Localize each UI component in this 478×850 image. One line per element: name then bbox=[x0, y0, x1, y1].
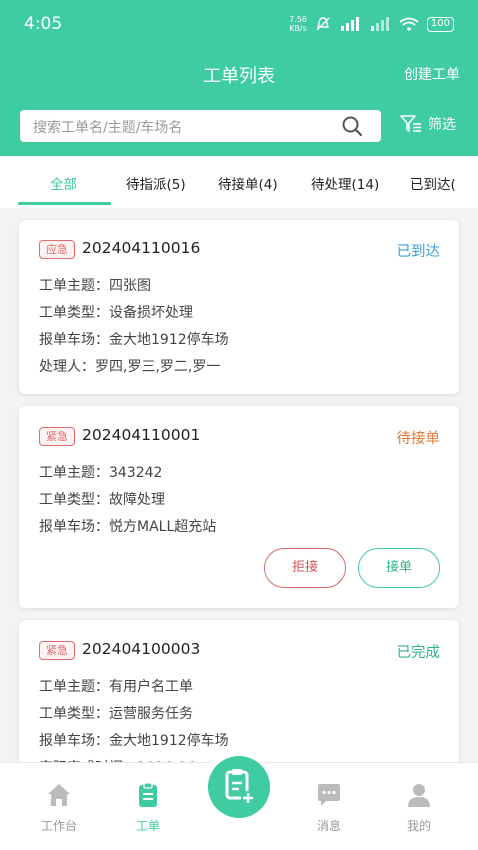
clipboard-icon bbox=[139, 782, 157, 807]
tab-pending-accept[interactable]: 待接单(4) bbox=[218, 173, 278, 193]
signal-2-icon bbox=[370, 17, 389, 31]
tab-pending-assign[interactable]: 待指派(5) bbox=[126, 173, 186, 193]
work-order-card[interactable]: 应急 202404110016 已到达 工单主题：四张图 工单类型：设备损坏处理… bbox=[19, 220, 459, 394]
message-icon bbox=[318, 784, 340, 806]
signal-icon bbox=[340, 17, 359, 31]
nav-label: 消息 bbox=[316, 819, 341, 833]
search-icon[interactable] bbox=[341, 115, 363, 137]
order-status: 已到达 bbox=[396, 244, 441, 260]
add-clipboard-icon bbox=[225, 769, 255, 805]
reject-button[interactable]: 拒接 bbox=[264, 548, 346, 588]
priority-badge: 紧急 bbox=[39, 641, 75, 660]
order-status: 待接单 bbox=[396, 431, 441, 447]
priority-badge: 紧急 bbox=[39, 427, 75, 446]
search-input[interactable]: 搜索工单名/主题/车场名 bbox=[33, 117, 182, 137]
work-order-card[interactable]: 紧急 202404110001 待接单 工单主题：343242 工单类型：故障处… bbox=[19, 406, 459, 608]
home-icon bbox=[48, 784, 70, 806]
filter-button[interactable]: 筛选 bbox=[400, 114, 456, 134]
nav-label: 工作台 bbox=[40, 819, 77, 833]
order-type: 工单类型：设备损坏处理 bbox=[39, 305, 193, 321]
nav-work-orders[interactable]: 工单 bbox=[118, 781, 178, 834]
network-speed: 7.56 KB/s bbox=[289, 15, 307, 33]
nav-workbench[interactable]: 工作台 bbox=[29, 781, 89, 834]
filter-label: 筛选 bbox=[428, 117, 456, 133]
battery-icon: 100 bbox=[426, 16, 454, 32]
order-subject: 工单主题：有用户名工单 bbox=[39, 679, 193, 695]
tab-active-indicator bbox=[18, 202, 111, 205]
order-type: 工单类型：故障处理 bbox=[39, 492, 165, 508]
order-handlers: 处理人：罗四,罗三,罗二,罗一 bbox=[39, 359, 221, 375]
accept-button[interactable]: 接单 bbox=[358, 548, 440, 588]
tab-arrived[interactable]: 已到达( bbox=[410, 173, 456, 193]
wifi-icon bbox=[399, 17, 419, 31]
title-bar: 工单列表 创建工单 bbox=[0, 58, 478, 92]
mute-icon bbox=[316, 17, 330, 31]
add-order-fab[interactable] bbox=[208, 756, 270, 818]
order-status: 已完成 bbox=[396, 645, 441, 661]
status-bar: 4:05 7.56 KB/s 100 bbox=[0, 0, 478, 48]
nav-label: 我的 bbox=[406, 819, 431, 833]
order-number: 202404110016 bbox=[82, 239, 201, 257]
order-parking-lot: 报单车场：金大地1912停车场 bbox=[39, 332, 229, 348]
nav-profile[interactable]: 我的 bbox=[389, 781, 449, 834]
order-parking-lot: 报单车场：金大地1912停车场 bbox=[39, 733, 229, 749]
filter-icon bbox=[400, 115, 421, 132]
order-parking-lot: 报单车场：悦方MALL超充站 bbox=[39, 519, 217, 535]
tab-pending-process[interactable]: 待处理(14) bbox=[311, 173, 379, 193]
create-order-button[interactable]: 创建工单 bbox=[404, 64, 460, 84]
search-box[interactable]: 搜索工单名/主题/车场名 bbox=[20, 110, 381, 142]
nav-messages[interactable]: 消息 bbox=[299, 781, 359, 834]
header: 4:05 7.56 KB/s 100 工单列表 创建工单 搜索工单名/主题/车场… bbox=[0, 0, 478, 156]
order-subject: 工单主题：四张图 bbox=[39, 278, 151, 294]
status-icons: 7.56 KB/s 100 bbox=[289, 15, 454, 33]
order-subject: 工单主题：343242 bbox=[39, 465, 163, 481]
order-type: 工单类型：运营服务任务 bbox=[39, 706, 193, 722]
tab-all[interactable]: 全部 bbox=[50, 173, 77, 193]
priority-badge: 应急 bbox=[39, 240, 75, 259]
status-tabs: 全部 待指派(5) 待接单(4) 待处理(14) 已到达( bbox=[0, 156, 478, 208]
order-number: 202404100003 bbox=[82, 640, 201, 658]
nav-label: 工单 bbox=[135, 819, 160, 833]
status-time: 4:05 bbox=[24, 14, 63, 34]
user-icon bbox=[408, 784, 430, 807]
order-number: 202404110001 bbox=[82, 426, 201, 444]
